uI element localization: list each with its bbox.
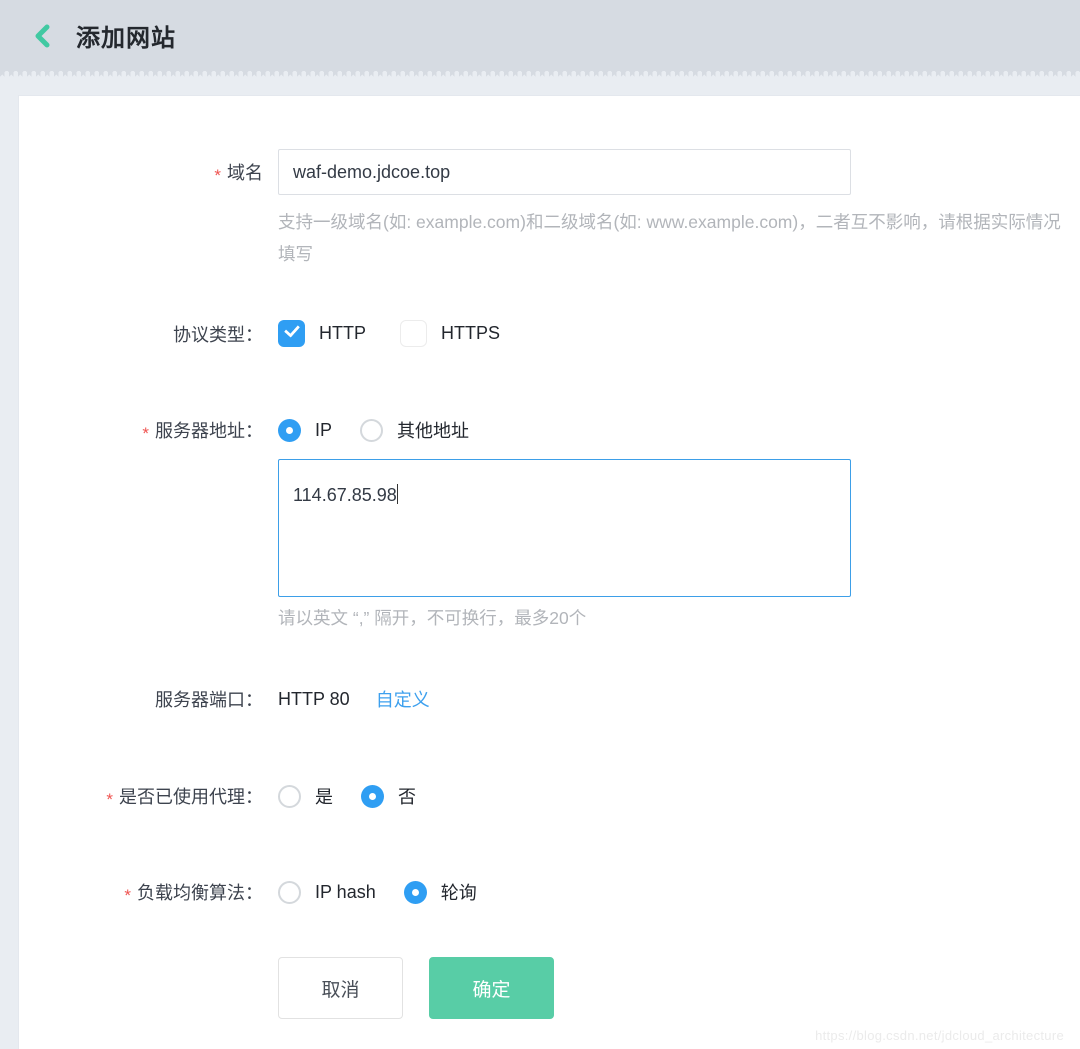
protocol-label: 协议类型： — [19, 321, 278, 347]
server-port-row: 服务器端口： HTTP 80 自定义 — [19, 686, 1080, 712]
checkbox-unchecked-icon[interactable] — [400, 320, 427, 347]
proxy-label-cell: * 是否已使用代理： — [19, 783, 278, 809]
radio-unselected-icon[interactable] — [278, 785, 301, 808]
radio-selected-icon[interactable] — [404, 881, 427, 904]
header-zigzag-edge — [0, 71, 1080, 77]
lb-label: 负载均衡算法： — [137, 883, 263, 903]
text-cursor — [397, 484, 398, 504]
domain-row: * 域名 — [19, 149, 1080, 195]
customize-port-link[interactable]: 自定义 — [376, 686, 430, 712]
server-ip-value: 114.67.85.98 — [293, 485, 397, 505]
lb-roundrobin-label: 轮询 — [441, 879, 477, 905]
checkbox-checked-icon[interactable] — [278, 320, 305, 347]
protocol-row: 协议类型： HTTP HTTPS — [19, 320, 1080, 347]
cancel-button[interactable]: 取消 — [278, 957, 403, 1019]
radio-selected-icon[interactable] — [361, 785, 384, 808]
server-port-label: 服务器端口： — [19, 686, 278, 712]
server-address-label-cell: * 服务器地址： — [19, 417, 278, 443]
proxy-option-no[interactable]: 否 — [361, 783, 416, 809]
proxy-row: * 是否已使用代理： 是 否 — [19, 783, 1080, 809]
domain-label: 域名 — [227, 163, 263, 183]
radio-unselected-icon[interactable] — [278, 881, 301, 904]
protocol-https-label: HTTPS — [441, 323, 500, 344]
chevron-left-icon — [31, 24, 55, 48]
domain-label-cell: * 域名 — [19, 159, 278, 185]
domain-help-text: 支持一级域名(如: example.com)和二级域名(如: www.examp… — [278, 206, 1070, 270]
server-address-row: * 服务器地址： IP 其他地址 — [19, 417, 1080, 443]
page-header: 添加网站 — [0, 0, 1080, 71]
required-asterisk: * — [106, 790, 113, 809]
page-title: 添加网站 — [76, 18, 176, 53]
watermark-text: https://blog.csdn.net/jdcloud_architectu… — [815, 1028, 1064, 1043]
add-site-form: * 域名 支持一级域名(如: example.com)和二级域名(如: www.e… — [19, 96, 1080, 1019]
server-address-label: 服务器地址： — [155, 421, 263, 441]
form-card: * 域名 支持一级域名(如: example.com)和二级域名(如: www.e… — [18, 95, 1080, 1049]
proxy-option-yes[interactable]: 是 — [278, 783, 333, 809]
radio-selected-icon[interactable] — [278, 419, 301, 442]
lb-option-roundrobin[interactable]: 轮询 — [404, 879, 477, 905]
lb-option-iphash[interactable]: IP hash — [278, 881, 376, 904]
address-ip-label: IP — [315, 420, 332, 441]
address-option-other[interactable]: 其他地址 — [360, 417, 469, 443]
proxy-yes-label: 是 — [315, 783, 333, 809]
required-asterisk: * — [124, 886, 131, 905]
server-port-value: HTTP 80 — [278, 689, 350, 710]
proxy-no-label: 否 — [398, 783, 416, 809]
proxy-label: 是否已使用代理： — [119, 787, 263, 807]
protocol-http-label: HTTP — [319, 323, 366, 344]
domain-input[interactable] — [278, 149, 851, 195]
back-button[interactable] — [30, 23, 56, 49]
lb-label-cell: * 负载均衡算法： — [19, 879, 278, 905]
buttons-row: 取消 确定 — [19, 957, 1080, 1019]
lb-iphash-label: IP hash — [315, 882, 376, 903]
server-ip-textarea[interactable]: 114.67.85.98 — [278, 459, 851, 597]
protocol-option-http[interactable]: HTTP — [278, 320, 366, 347]
protocol-option-https[interactable]: HTTPS — [400, 320, 500, 347]
server-ip-help-text: 请以英文 “,” 隔开，不可换行，最多20个 — [278, 604, 1080, 632]
required-asterisk: * — [142, 424, 149, 443]
address-other-label: 其他地址 — [397, 417, 469, 443]
required-asterisk: * — [214, 166, 221, 185]
confirm-button[interactable]: 确定 — [429, 957, 554, 1019]
load-balancing-row: * 负载均衡算法： IP hash 轮询 — [19, 879, 1080, 905]
address-option-ip[interactable]: IP — [278, 419, 332, 442]
radio-unselected-icon[interactable] — [360, 419, 383, 442]
